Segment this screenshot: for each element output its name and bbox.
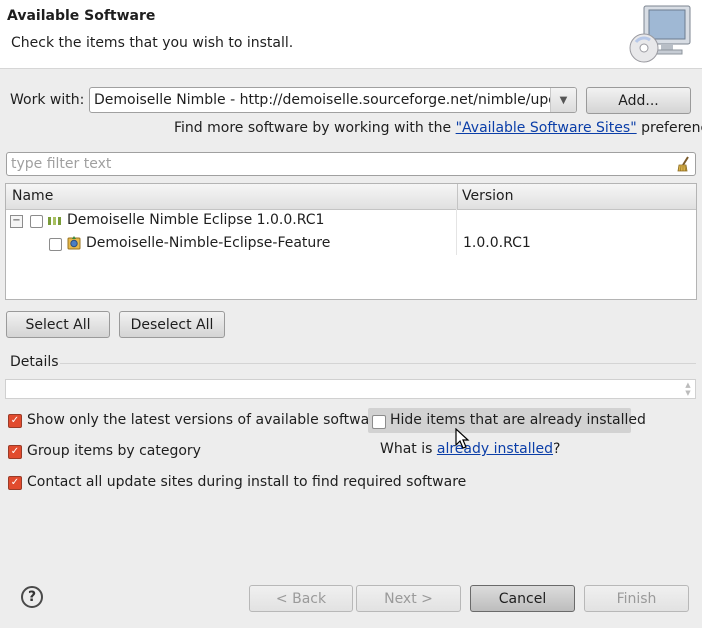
filter-placeholder: type filter text <box>11 156 112 172</box>
finish-button[interactable]: Finish <box>584 585 689 612</box>
install-monitor-icon <box>629 5 691 63</box>
chevron-down-icon[interactable]: ▼ <box>550 88 576 112</box>
tree-header: Name Version <box>6 184 696 210</box>
row-version: 1.0.0.RC1 <box>463 235 531 251</box>
work-with-label: Work with: <box>10 92 85 108</box>
add-site-button[interactable]: Add... <box>586 87 691 114</box>
select-all-button[interactable]: Select All <box>6 311 110 338</box>
page-title: Available Software <box>7 8 156 24</box>
what-is-after: ? <box>553 441 561 457</box>
row-name: Demoiselle-Nimble-Eclipse-Feature <box>86 235 331 251</box>
back-button[interactable]: < Back <box>249 585 353 612</box>
help-icon[interactable]: ? <box>21 586 43 608</box>
details-text-area[interactable]: ▲ ▼ <box>5 379 696 399</box>
feature-icon <box>67 236 81 250</box>
row-checkbox[interactable] <box>49 238 62 251</box>
column-divider <box>457 184 458 209</box>
cancel-button[interactable]: Cancel <box>470 585 575 612</box>
group-by-category-checkbox[interactable]: ✓ <box>8 445 22 459</box>
next-button[interactable]: Next > <box>356 585 461 612</box>
page-subtitle: Check the items that you wish to install… <box>11 35 294 51</box>
group-by-category-label: Group items by category <box>27 443 201 459</box>
available-software-sites-link[interactable]: "Available Software Sites" <box>456 120 637 136</box>
column-version[interactable]: Version <box>462 188 513 204</box>
what-is-before: What is <box>380 441 437 457</box>
row-checkbox[interactable] <box>30 215 43 228</box>
latest-only-label: Show only the latest versions of availab… <box>27 412 384 428</box>
header-divider <box>0 68 702 69</box>
software-tree[interactable]: Name Version − Demoiselle Nimble Eclipse… <box>5 183 697 300</box>
hint-text-before: Find more software by working with the <box>174 120 456 136</box>
hint-text-after: preferences. <box>641 120 702 136</box>
collapse-icon[interactable]: − <box>10 215 23 228</box>
details-divider <box>60 363 696 364</box>
contact-sites-label: Contact all update sites during install … <box>27 474 467 490</box>
work-with-combo[interactable]: Demoiselle Nimble - http://demoiselle.so… <box>89 87 577 113</box>
clear-filter-icon[interactable] <box>677 156 691 172</box>
mouse-pointer-icon <box>455 428 470 449</box>
contact-sites-checkbox[interactable]: ✓ <box>8 476 22 490</box>
scroll-arrows-icon[interactable]: ▲ ▼ <box>683 381 693 397</box>
details-label: Details <box>10 354 59 370</box>
deselect-all-button[interactable]: Deselect All <box>119 311 225 338</box>
column-divider-body <box>456 209 457 255</box>
hide-installed-label: Hide items that are already installed <box>390 412 646 428</box>
column-name[interactable]: Name <box>12 188 53 204</box>
work-with-value: Demoiselle Nimble - http://demoiselle.so… <box>94 92 550 108</box>
category-icon <box>48 217 61 225</box>
hide-installed-checkbox[interactable] <box>372 415 386 429</box>
available-sites-hint: Find more software by working with the "… <box>174 120 702 136</box>
filter-input[interactable]: type filter text <box>6 152 696 176</box>
latest-only-checkbox[interactable]: ✓ <box>8 414 22 428</box>
row-name: Demoiselle Nimble Eclipse 1.0.0.RC1 <box>67 212 325 228</box>
